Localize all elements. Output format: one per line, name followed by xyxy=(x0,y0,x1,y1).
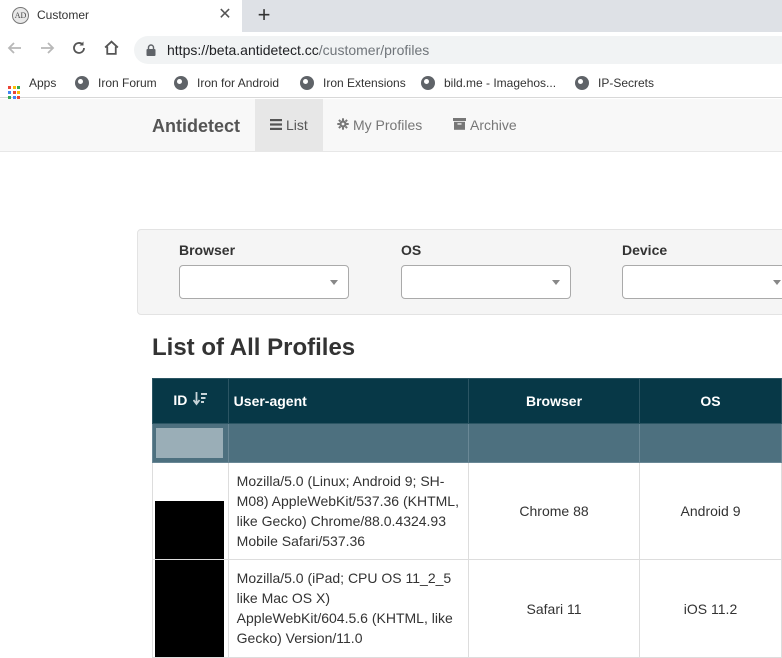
bookmark-iron-extensions[interactable]: Iron Extensions xyxy=(300,75,406,91)
bookmark-label: Apps xyxy=(29,76,57,90)
id-cell xyxy=(152,559,229,658)
home-icon[interactable] xyxy=(99,38,123,62)
tab-title: Customer xyxy=(37,8,90,22)
tab-close-icon[interactable]: ✕ xyxy=(216,6,234,24)
nav-my-profiles[interactable]: My Profiles xyxy=(322,99,437,151)
nav-label: My Profiles xyxy=(353,117,423,133)
tab-strip: AD Customer ✕ + xyxy=(0,0,782,32)
header-label: ID xyxy=(173,392,188,408)
device-filter-label: Device xyxy=(622,242,668,258)
globe-icon xyxy=(575,76,589,90)
column-header-browser[interactable]: Browser xyxy=(467,378,641,424)
bookmark-label: Iron for Android xyxy=(197,76,280,90)
id-cell xyxy=(152,462,229,560)
os-filter-select[interactable] xyxy=(401,265,571,299)
chevron-down-icon xyxy=(773,280,781,285)
device-filter-select[interactable] xyxy=(622,265,782,299)
os-filter-cell[interactable] xyxy=(639,423,782,463)
os-cell: iOS 11.2 xyxy=(639,559,782,658)
address-bar[interactable]: https://beta.antidetect.cc/customer/prof… xyxy=(134,36,782,64)
page-title: List of All Profiles xyxy=(152,334,356,361)
new-tab-icon[interactable]: + xyxy=(252,3,276,27)
brand-logo[interactable]: Antidetect xyxy=(152,116,240,137)
column-filter-row xyxy=(152,423,782,463)
table-row[interactable]: Mozilla/5.0 (iPad; CPU OS 11_2_5 like Ma… xyxy=(152,559,782,658)
browser-tab[interactable]: AD Customer ✕ xyxy=(0,0,242,32)
filter-panel: Browser OS Device xyxy=(137,229,782,315)
browser-filter-select[interactable] xyxy=(179,265,349,299)
archive-icon xyxy=(453,99,466,151)
bookmark-label: Iron Extensions xyxy=(323,76,406,90)
url-path: /customer/profiles xyxy=(318,42,430,58)
chevron-down-icon xyxy=(552,280,560,285)
reload-icon[interactable] xyxy=(67,38,91,62)
globe-icon xyxy=(300,76,314,90)
list-icon xyxy=(270,99,282,151)
nav-list[interactable]: List xyxy=(255,99,323,151)
column-header-os[interactable]: OS xyxy=(639,378,782,424)
browser-filter-label: Browser xyxy=(179,242,236,258)
globe-icon xyxy=(174,76,188,90)
gear-icon xyxy=(337,99,349,151)
forward-icon[interactable] xyxy=(35,38,59,62)
browser-cell: Chrome 88 xyxy=(467,462,641,560)
bookmark-label: IP-Secrets xyxy=(598,76,655,90)
globe-icon xyxy=(75,76,89,90)
table-header-row: ID User-agent Browser OS xyxy=(152,378,782,424)
nav-label: List xyxy=(286,117,308,133)
apps-grid-icon xyxy=(8,86,21,99)
os-filter-label: OS xyxy=(401,242,422,258)
back-icon[interactable] xyxy=(3,38,27,62)
tab-favicon-icon: AD xyxy=(12,7,29,24)
redacted-id-block xyxy=(155,560,224,657)
column-header-id[interactable]: ID xyxy=(152,378,229,424)
id-filter-input[interactable] xyxy=(156,428,223,458)
bookmark-bild-me[interactable]: bild.me - Imagehos... xyxy=(421,75,556,91)
sort-desc-icon[interactable] xyxy=(193,392,208,410)
os-cell: Android 9 xyxy=(639,462,782,560)
browser-filter-cell[interactable] xyxy=(467,423,641,463)
browser-cell: Safari 11 xyxy=(467,559,641,658)
bookmark-ip-secrets[interactable]: IP-Secrets xyxy=(575,75,654,91)
table-row[interactable]: Mozilla/5.0 (Linux; Android 9; SH-M08) A… xyxy=(152,462,782,560)
user-agent-cell: Mozilla/5.0 (iPad; CPU OS 11_2_5 like Ma… xyxy=(227,559,470,658)
bookmark-apps[interactable]: Apps xyxy=(8,75,57,99)
user-agent-cell: Mozilla/5.0 (Linux; Android 9; SH-M08) A… xyxy=(227,462,470,560)
globe-icon xyxy=(421,76,435,90)
browser-toolbar: https://beta.antidetect.cc/customer/prof… xyxy=(0,32,782,68)
bookmark-label: bild.me - Imagehos... xyxy=(444,76,557,90)
url-text: https://beta.antidetect.cc/customer/prof… xyxy=(167,42,429,58)
site-navbar: Antidetect List My Profiles Archive xyxy=(0,99,782,152)
bookmarks-bar: Apps Iron Forum Iron for Android Iron Ex… xyxy=(0,68,782,99)
nav-archive[interactable]: Archive xyxy=(438,99,532,151)
bookmark-iron-forum[interactable]: Iron Forum xyxy=(75,75,157,91)
column-header-user-agent[interactable]: User-agent xyxy=(227,378,470,424)
url-host: https://beta.antidetect.cc xyxy=(167,42,319,58)
profiles-table: ID User-agent Browser OS Mozilla/5.0 (Li… xyxy=(152,378,782,658)
nav-label: Archive xyxy=(470,117,517,133)
redacted-id-block xyxy=(155,501,224,559)
user-agent-filter-cell[interactable] xyxy=(227,423,470,463)
lock-icon xyxy=(146,44,156,56)
bookmark-iron-for-android[interactable]: Iron for Android xyxy=(174,75,279,91)
chevron-down-icon xyxy=(330,280,338,285)
id-filter-cell xyxy=(152,423,229,463)
bookmark-label: Iron Forum xyxy=(98,76,157,90)
